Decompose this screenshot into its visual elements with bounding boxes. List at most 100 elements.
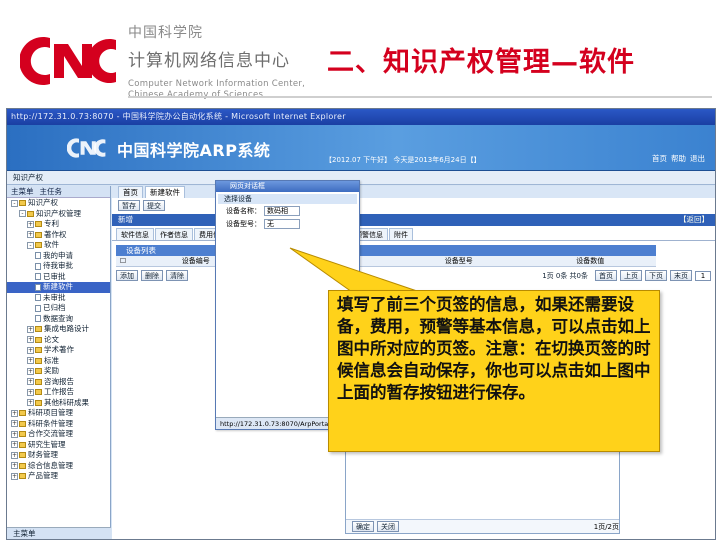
tree-item[interactable]: 已审批: [7, 272, 110, 283]
tree-item[interactable]: 未审批: [7, 293, 110, 304]
tree-item[interactable]: - 软件: [7, 240, 110, 251]
tree-item[interactable]: + 专利: [7, 219, 110, 230]
expand-icon[interactable]: +: [27, 346, 34, 354]
tree-item[interactable]: + 标准: [7, 356, 110, 367]
close-button[interactable]: 关闭: [377, 521, 399, 532]
expand-icon[interactable]: +: [11, 420, 18, 427]
tab-main-menu[interactable]: 主菜单: [11, 186, 34, 197]
tree-item[interactable]: + 科研条件管理: [7, 419, 110, 430]
submit-button[interactable]: 提交: [143, 200, 165, 211]
tree-item-label: 论文: [44, 334, 59, 344]
confirm-button[interactable]: 确定: [352, 521, 374, 532]
tree-item[interactable]: + 论文: [7, 335, 110, 346]
expand-icon[interactable]: +: [11, 472, 18, 480]
expand-icon[interactable]: +: [27, 367, 34, 375]
pager-first-button[interactable]: 首页: [595, 270, 617, 281]
tree-item[interactable]: + 研究生管理: [7, 440, 110, 451]
tree-item[interactable]: + 咨询报告: [7, 377, 110, 388]
tree-item[interactable]: 数据查询: [7, 314, 110, 325]
delete-button[interactable]: 删除: [141, 270, 163, 281]
form-tab[interactable]: 作者信息: [155, 228, 193, 240]
expand-icon[interactable]: +: [27, 378, 34, 385]
folder-icon: [19, 410, 26, 416]
expand-icon[interactable]: +: [27, 336, 34, 343]
collapse-icon[interactable]: -: [11, 199, 18, 207]
page-number-input[interactable]: 1: [695, 270, 711, 281]
tree-item-label: 财务管理: [28, 450, 58, 459]
section-header-new: 新增 【返回】: [112, 214, 715, 226]
folder-icon: [35, 242, 42, 248]
section-title: 新增: [118, 215, 133, 224]
page-icon: [35, 273, 41, 280]
tree-item[interactable]: + 奖励: [7, 366, 110, 377]
tree-item[interactable]: + 学术著作: [7, 345, 110, 356]
folder-icon: [35, 368, 42, 374]
collapse-icon[interactable]: -: [27, 241, 34, 249]
org-block: 中国科学院 计算机网络信息中心 Computer Network Informa…: [128, 22, 305, 101]
pager-info: 1页 0条 共0条: [542, 271, 588, 280]
tree-item-label: 咨询报告: [44, 376, 74, 386]
save-draft-button[interactable]: 暂存: [118, 200, 140, 211]
device-name-input[interactable]: 数码相: [264, 206, 300, 216]
expand-icon[interactable]: +: [11, 451, 18, 459]
add-button[interactable]: 添加: [116, 270, 138, 281]
pager-prev-button[interactable]: 上页: [620, 270, 642, 281]
expand-icon[interactable]: +: [27, 231, 34, 238]
tab-home[interactable]: 首页: [118, 186, 143, 198]
tree-item[interactable]: 新建软件: [7, 282, 110, 293]
tree-item[interactable]: - 知识产权管理: [7, 209, 110, 220]
expand-icon[interactable]: +: [11, 430, 18, 438]
folder-icon: [35, 357, 42, 364]
menu-item-ip[interactable]: 知识产权: [13, 173, 43, 182]
tree-item-label: 综合信息管理: [28, 460, 73, 470]
collapse-icon[interactable]: -: [19, 210, 26, 217]
folder-icon: [19, 452, 26, 458]
tree-item-label: 待我审批: [43, 261, 73, 270]
tree-item[interactable]: + 财务管理: [7, 450, 110, 461]
form-tab[interactable]: 软件信息: [116, 228, 154, 240]
tree-bottom-bar[interactable]: 主菜单: [7, 527, 111, 539]
tab-main-task[interactable]: 主任务: [40, 186, 63, 197]
tree-item[interactable]: 我的申请: [7, 251, 110, 262]
return-link[interactable]: 【返回】: [679, 214, 709, 226]
device-model-input[interactable]: 无: [264, 219, 300, 229]
col-device-value: 设备数值: [576, 257, 605, 265]
folder-icon: [19, 420, 26, 427]
tree-item[interactable]: + 著作权: [7, 230, 110, 241]
page-icon: [35, 315, 41, 322]
pager-last-button[interactable]: 末页: [670, 270, 692, 281]
pager-next-button[interactable]: 下页: [645, 270, 667, 281]
expand-icon[interactable]: +: [11, 462, 18, 469]
expand-icon[interactable]: +: [27, 220, 34, 228]
tree-item[interactable]: 待我审批: [7, 261, 110, 272]
folder-icon: [35, 326, 42, 332]
tree-item[interactable]: + 合作交流管理: [7, 429, 110, 440]
expand-icon[interactable]: +: [27, 388, 34, 396]
home-link[interactable]: 首页: [652, 153, 667, 164]
tree-item[interactable]: - 知识产权: [7, 198, 110, 209]
folder-icon: [19, 431, 26, 437]
expand-icon[interactable]: +: [11, 441, 18, 448]
content-tabs: 首页 新建软件: [112, 186, 715, 198]
expand-icon[interactable]: +: [11, 409, 18, 417]
clear-button[interactable]: 清除: [166, 270, 188, 281]
expand-icon[interactable]: +: [27, 357, 34, 364]
expand-icon[interactable]: +: [27, 399, 34, 406]
tab-new-software[interactable]: 新建软件: [145, 186, 185, 198]
tree-item[interactable]: + 科研项目管理: [7, 408, 110, 419]
tree-item[interactable]: + 工作报告: [7, 387, 110, 398]
tree-item[interactable]: + 产品管理: [7, 471, 110, 482]
form-tab[interactable]: 附件: [389, 228, 413, 240]
help-link[interactable]: 帮助: [671, 153, 686, 164]
folder-icon: [19, 200, 26, 206]
page-icon: [35, 252, 41, 259]
tree-item-label: 合作交流管理: [28, 429, 73, 438]
expand-icon[interactable]: +: [27, 325, 34, 333]
logout-link[interactable]: 退出: [690, 153, 705, 164]
tree-item-label: 已归档: [43, 303, 66, 312]
tree-item[interactable]: + 集成电路设计: [7, 324, 110, 335]
select-all-checkbox[interactable]: ☐: [116, 256, 130, 266]
tree-item[interactable]: + 综合信息管理: [7, 461, 110, 472]
tree-item[interactable]: + 其他科研成果: [7, 398, 110, 409]
tree-item[interactable]: 已归档: [7, 303, 110, 314]
